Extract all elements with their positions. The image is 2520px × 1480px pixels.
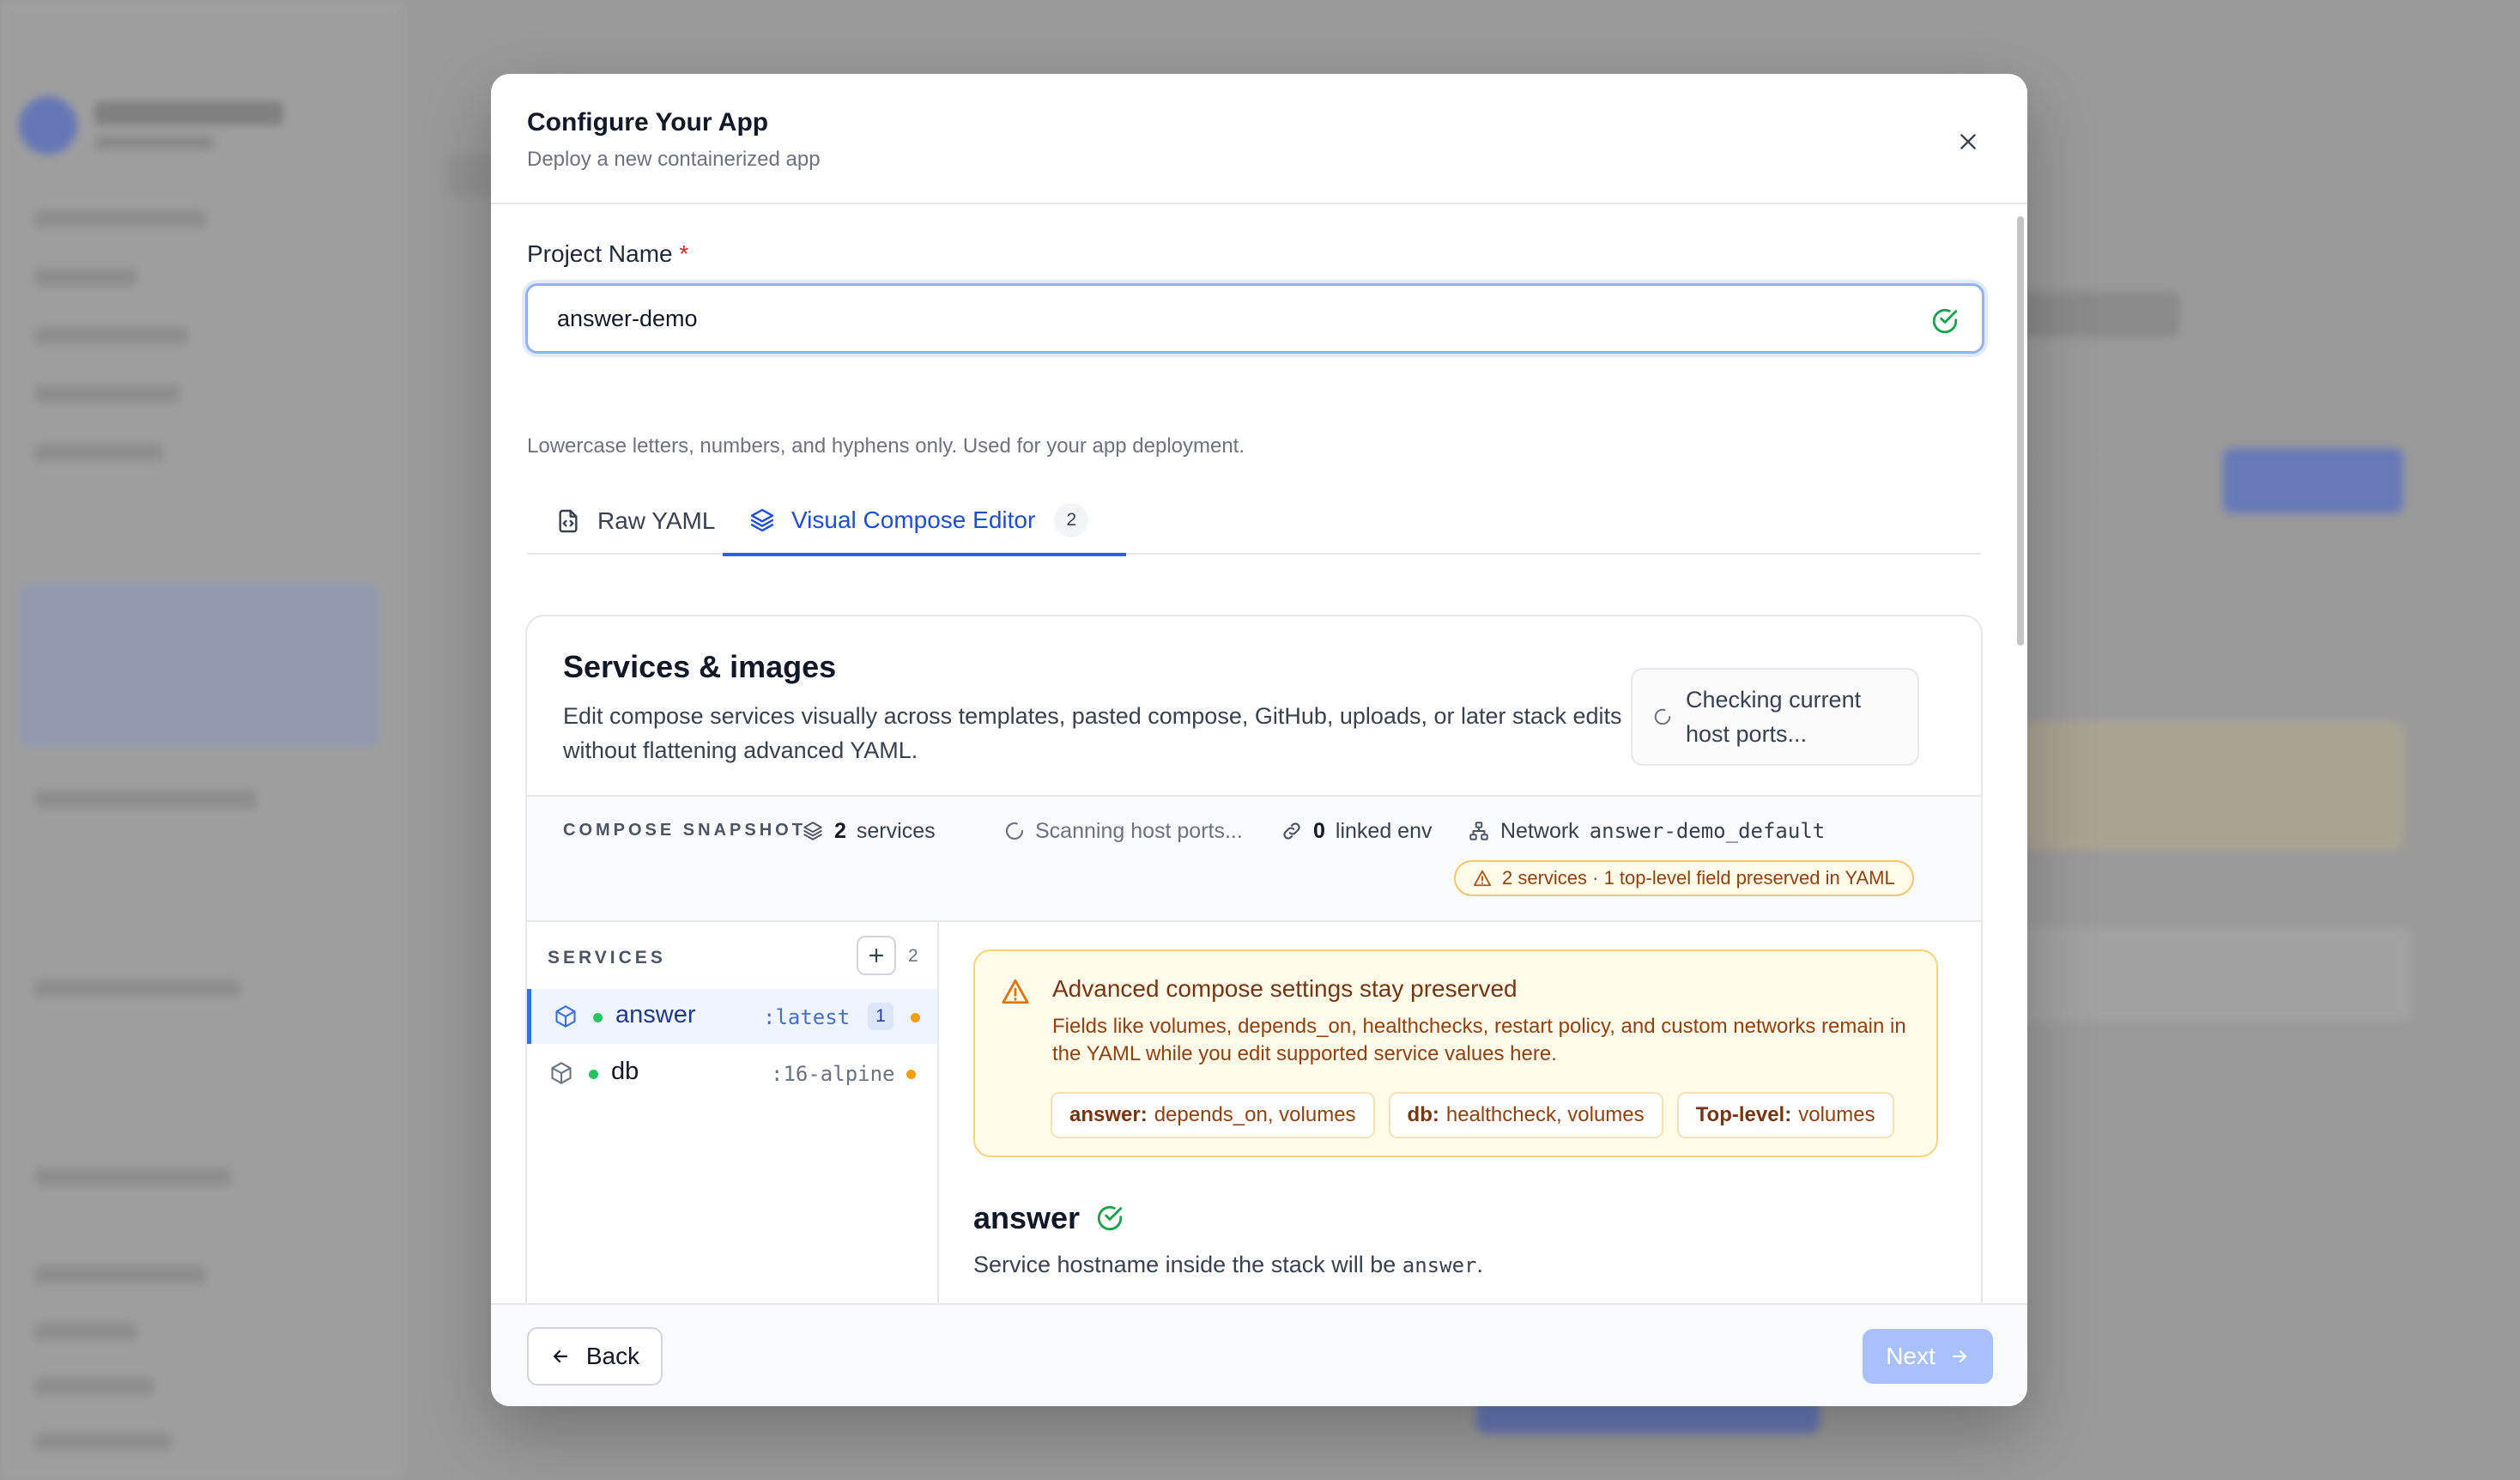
tab-visual-compose-editor[interactable]: Visual Compose Editor 2 (723, 488, 1126, 556)
bg-nav-item (34, 1265, 206, 1284)
tab-raw-yaml-label: Raw YAML (597, 507, 716, 534)
snapshot-services: 2 services (802, 814, 936, 848)
advanced-notice-title: Advanced compose settings stay preserved (1052, 975, 1517, 1002)
back-label: Back (585, 1343, 640, 1369)
service-name: answer (615, 1001, 696, 1028)
bg-nav-item (34, 790, 257, 809)
preserved-fields: answer: depends_on, volumes db: healthchec… (1051, 1092, 1894, 1138)
service-item-answer[interactable]: answer :latest 1 (527, 989, 937, 1044)
tab-count-badge: 2 (1054, 503, 1089, 537)
modal-subtitle: Deploy a new containerized app (527, 148, 821, 171)
close-button[interactable] (1945, 118, 1991, 165)
bg-nav-item (34, 1377, 154, 1396)
required-marker: * (679, 240, 689, 267)
warning-dot (911, 1013, 920, 1022)
advanced-notice-text: Fields like volumes, depends_on, healthc… (1052, 1015, 1906, 1065)
editor-description: Edit compose services visually across te… (563, 703, 1622, 763)
bg-chip (2017, 292, 2180, 337)
arrow-right-icon (1952, 1350, 1966, 1363)
next-button[interactable]: Next (1863, 1329, 1993, 1384)
network-icon (1469, 822, 1488, 840)
bg-brand-sub (94, 136, 215, 149)
snapshot-linked-env: 0 linked env (1281, 814, 1432, 848)
compose-snapshot: COMPOSE SNAPSHOT 2 services Scanning host… (527, 795, 1981, 922)
link-icon (1283, 822, 1300, 840)
modal-title: Configure Your App (527, 108, 769, 136)
bg-card (1966, 927, 2412, 1022)
status-dot (593, 1013, 603, 1022)
snapshot-warning-pill: 2 services · 1 top-level field preserved… (1454, 860, 1914, 896)
snapshot-network: Network answer-demo_default (1468, 814, 1825, 848)
service-tag: :16-alpine (771, 1062, 895, 1086)
modal-scrollbar[interactable] (2014, 206, 2027, 1377)
bg-button (2223, 448, 2403, 513)
project-name-input[interactable]: answer-demo (525, 283, 1984, 354)
back-button[interactable]: Back (527, 1327, 663, 1386)
bg-nav-item (34, 1432, 172, 1451)
bg-brand (94, 101, 283, 125)
bg-nav-item (34, 326, 189, 345)
bg-active-item (19, 584, 379, 747)
port-check-text: Checking current host ports... (1686, 687, 1862, 747)
box-icon (551, 1062, 572, 1084)
service-heading: answer (973, 1200, 1124, 1236)
services-count: 2 (908, 946, 918, 966)
service-title: answer (973, 1200, 1081, 1235)
bg-nav-item (34, 1322, 137, 1341)
bg-logo (19, 96, 77, 155)
service-name: db (611, 1058, 639, 1085)
scrollbar-thumb[interactable] (2017, 216, 2024, 646)
preserved-chip: Top-level: volumes (1676, 1092, 1894, 1138)
modal-header: Configure Your App Deploy a new containe… (491, 74, 2027, 204)
configure-app-modal: Configure Your App Deploy a new containe… (491, 74, 2027, 1406)
services-header: SERVICES (548, 948, 666, 967)
plus-icon (869, 948, 884, 963)
valid-check-icon (1932, 308, 1958, 334)
bg-nav-item (34, 268, 137, 287)
spinner-icon (1654, 708, 1671, 725)
snapshot-label: COMPOSE SNAPSHOT (563, 821, 806, 840)
bg-nav-item (34, 1168, 232, 1186)
editor-tabs: Raw YAML Visual Compose Editor 2 (527, 488, 1981, 556)
hostname-value: answer (1402, 1253, 1477, 1277)
advanced-settings-notice: Advanced compose settings stay preserved… (973, 949, 1938, 1157)
warning-dot (906, 1070, 916, 1079)
layers-icon (748, 506, 776, 534)
port-check-status: Checking current host ports... (1631, 668, 1919, 766)
modal-footer: Back Next (491, 1303, 2027, 1406)
bg-nav-item (34, 443, 163, 462)
next-label: Next (1886, 1343, 1935, 1369)
layers-icon (803, 822, 822, 840)
service-item-db[interactable]: db :16-alpine (527, 1046, 937, 1101)
status-dot (589, 1070, 598, 1079)
snapshot-scanning: Scanning host ports... (1004, 814, 1243, 848)
bg-nav-item (34, 979, 240, 998)
tab-visual-label: Visual Compose Editor (791, 506, 1036, 533)
bg-nav-item (34, 385, 180, 403)
bg-nav-item (34, 209, 206, 228)
service-tag: :latest (763, 1005, 851, 1029)
project-name-label: Project Name * (527, 240, 689, 267)
valid-check-icon (1097, 1205, 1123, 1231)
service-hostname-text: Service hostname inside the stack will b… (973, 1252, 1483, 1277)
tab-raw-yaml[interactable]: Raw YAML (527, 488, 723, 555)
project-name-help: Lowercase letters, numbers, and hyphens … (527, 434, 1245, 458)
add-service-button[interactable] (857, 936, 896, 975)
box-icon (555, 1005, 576, 1028)
service-badge: 1 (868, 1003, 894, 1030)
project-name-value: answer-demo (557, 305, 698, 331)
arrow-left-icon (553, 1350, 567, 1363)
modal-body: Project Name * answer-demo Lowercase let… (491, 206, 2027, 1377)
bg-button (2043, 457, 2180, 505)
file-code-icon (554, 507, 582, 535)
warning-icon (1473, 870, 1492, 887)
preserved-chip: db: healthcheck, volumes (1388, 1092, 1663, 1138)
services-editor-card: Services & images Edit compose services … (525, 615, 1983, 1377)
spinner-icon (1005, 822, 1024, 840)
warning-icon (1002, 979, 1029, 1004)
editor-title: Services & images (563, 649, 837, 684)
preserved-chip: answer: depends_on, volumes (1051, 1092, 1375, 1138)
close-icon (1960, 134, 1976, 149)
